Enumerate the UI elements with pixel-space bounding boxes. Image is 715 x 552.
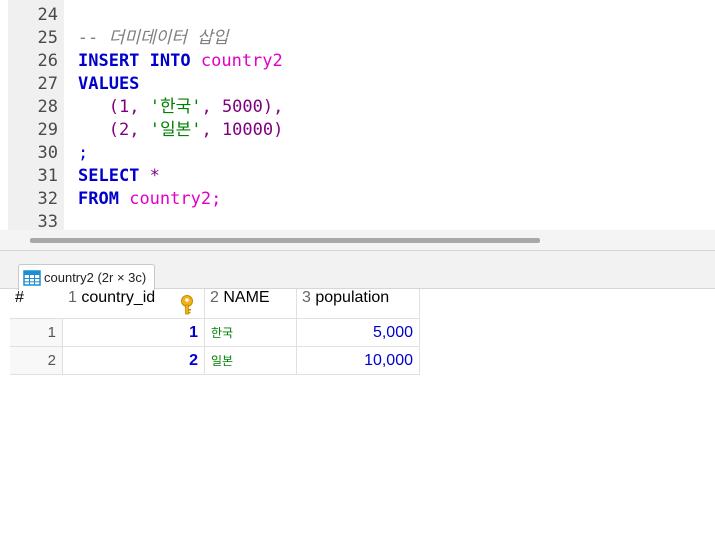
sql-keyword: INTO (149, 51, 191, 71)
line-number: 33 (37, 212, 58, 230)
horizontal-scrollbar[interactable] (0, 230, 715, 250)
cell-country-id[interactable]: 2 (63, 347, 205, 375)
cell-population[interactable]: 5,000 (297, 319, 420, 347)
column-header-label: population (315, 289, 390, 306)
sql-number: 5000 (221, 97, 263, 117)
line-number: 30 (37, 143, 58, 163)
cell-name[interactable]: 일본 (205, 347, 297, 375)
sql-number: 1 (118, 97, 130, 117)
row-number[interactable]: 2 (10, 347, 63, 375)
sql-string: '한국' (149, 97, 202, 117)
sql-comment: -- 더미데이터 삽입 (78, 28, 229, 48)
row-number[interactable]: 1 (10, 319, 63, 347)
result-tab-label: country2 (2r × 3c) (44, 270, 147, 285)
table-icon (23, 269, 41, 286)
column-header-label: NAME (223, 289, 270, 306)
sql-terminator: ; (78, 143, 89, 163)
column-header-label: country_id (81, 289, 156, 306)
sql-star: * (149, 166, 160, 186)
primary-key-icon (181, 295, 193, 315)
column-header-label: # (15, 289, 24, 306)
result-panel: country2 (2r × 3c) # 1 country_id 2 NAME… (0, 250, 715, 552)
sql-identifier: country2; (129, 189, 222, 209)
code-line: VALUES (78, 73, 139, 96)
column-header-rownum[interactable]: # (10, 289, 63, 319)
column-header-country-id[interactable]: 1 country_id (63, 289, 205, 319)
code-line: (2, '일본', 10000) (108, 120, 284, 140)
result-tab[interactable]: country2 (2r × 3c) (18, 264, 156, 290)
cell-population[interactable]: 10,000 (297, 347, 420, 375)
cell-name[interactable]: 한국 (205, 319, 297, 347)
line-number: 28 (37, 97, 58, 117)
scrollbar-thumb[interactable] (30, 238, 540, 243)
sql-keyword: SELECT (78, 166, 140, 186)
code-line: FROM country2; (78, 188, 221, 211)
column-index: 3 (302, 289, 311, 306)
sql-editor[interactable]: 24 25 -- 더미데이터 삽입 26 INSERT INTO country… (0, 0, 715, 230)
line-number: 25 (37, 28, 58, 48)
sql-keyword: VALUES (78, 74, 140, 94)
line-number: 32 (37, 189, 58, 209)
line-number: 31 (37, 166, 58, 186)
sql-keyword: INSERT (78, 51, 140, 71)
line-number: 26 (37, 51, 58, 71)
column-header-name[interactable]: 2 NAME (205, 289, 297, 319)
line-number: 24 (37, 5, 58, 25)
sql-identifier: country2 (200, 51, 283, 71)
result-tabbar: country2 (2r × 3c) (0, 251, 715, 290)
code-line: (1, '한국', 5000), (108, 97, 284, 117)
code-line: SELECT * (78, 165, 160, 188)
code-line: INSERT INTO country2 (78, 50, 283, 73)
cell-country-id[interactable]: 1 (63, 319, 205, 347)
sql-string: '일본' (149, 120, 202, 140)
sql-keyword: FROM (78, 189, 119, 209)
line-number: 27 (37, 74, 58, 94)
column-index: 1 (68, 289, 77, 306)
line-number: 29 (37, 120, 58, 140)
column-index: 2 (210, 289, 219, 306)
sql-number: 2 (118, 120, 130, 140)
sql-number: 10000 (221, 120, 274, 140)
column-header-population[interactable]: 3 population (297, 289, 420, 319)
